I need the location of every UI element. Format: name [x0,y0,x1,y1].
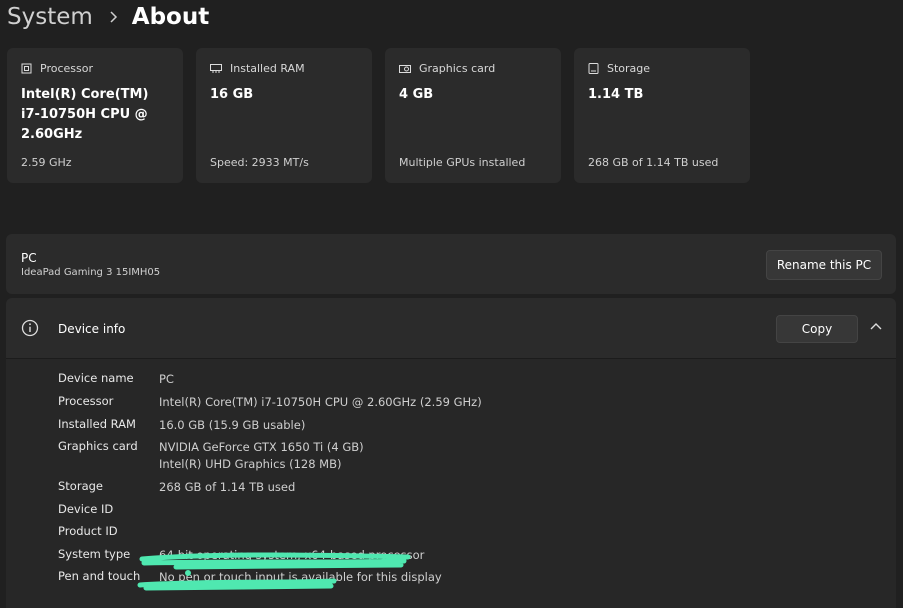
card-subtext: 268 GB of 1.14 TB used [588,156,719,169]
card-label: Graphics card [419,62,496,75]
card-subtext: 2.59 GHz [21,156,72,169]
pc-name-panel: PC IdeaPad Gaming 3 15IMH05 Rename this … [6,234,896,294]
card-subtext: Multiple GPUs installed [399,156,526,169]
breadcrumb: System About [7,0,209,34]
processor-card: Processor Intel(R) Core(TM) i7-10750H CP… [7,48,183,183]
page-title: About [131,4,210,30]
spec-value: 268 GB of 1.14 TB used [159,480,296,494]
storage-icon [588,63,599,74]
storage-card: Storage 1.14 TB 268 GB of 1.14 TB used [574,48,750,183]
card-label: Installed RAM [230,62,305,75]
spec-row-installed-ram: Installed RAM 16.0 GB (15.9 GB usable) [58,417,305,434]
spec-value: NVIDIA GeForce GTX 1650 Ti (4 GB) [159,440,364,454]
breadcrumb-system[interactable]: System [7,4,93,30]
rename-pc-button[interactable]: Rename this PC [766,250,882,280]
pc-name: PC [21,251,37,265]
spec-label: Product ID [58,524,118,538]
spec-row-graphics-card: Graphics card NVIDIA GeForce GTX 1650 Ti… [58,439,364,473]
pc-model: IdeaPad Gaming 3 15IMH05 [21,267,161,278]
chevron-right-icon [109,8,118,27]
spec-label: Device ID [58,502,114,516]
device-info-header[interactable]: Device info Copy [6,298,896,359]
spec-row-device-id: Device ID [58,502,159,516]
spec-value: PC [159,372,174,386]
spec-row-device-name: Device name PC [58,371,174,388]
card-label: Processor [40,62,93,75]
device-info-body: Device name PC Processor Intel(R) Core(T… [6,359,896,608]
chevron-up-icon[interactable] [870,322,882,330]
spec-value: Intel(R) Core(TM) i7-10750H CPU @ 2.60GH… [159,395,482,409]
graphics-card-icon [399,64,411,73]
info-icon [21,319,39,337]
spec-label: Device name [58,371,134,385]
card-value: 16 GB [210,87,254,102]
spec-label: Installed RAM [58,417,136,431]
spec-row-storage: Storage 268 GB of 1.14 TB used [58,479,295,496]
processor-icon [21,63,32,74]
graphics-card-card: Graphics card 4 GB Multiple GPUs install… [385,48,561,183]
device-info-title: Device info [58,322,126,336]
redaction-scribble [137,552,411,591]
spec-label: Processor [58,394,114,408]
spec-row-processor: Processor Intel(R) Core(TM) i7-10750H CP… [58,394,482,411]
card-subtext: Speed: 2933 MT/s [210,156,309,169]
spec-value: Intel(R) UHD Graphics (128 MB) [159,457,342,471]
card-value: Intel(R) Core(TM) i7-10750H CPU @ 2.60GH… [21,87,149,142]
card-value: 4 GB [399,87,434,102]
spec-label: Graphics card [58,439,138,453]
device-info-panel: Device info Copy Device name PC Processo… [6,298,896,608]
spec-value-group: NVIDIA GeForce GTX 1650 Ti (4 GB) Intel(… [159,439,364,473]
card-value: 1.14 TB [588,87,644,102]
spec-row-product-id: Product ID [58,524,159,538]
spec-label: Storage [58,479,103,493]
ram-icon [210,64,222,73]
copy-button[interactable]: Copy [776,315,858,343]
ram-card: Installed RAM 16 GB Speed: 2933 MT/s [196,48,372,183]
spec-value: 16.0 GB (15.9 GB usable) [159,418,306,432]
card-label: Storage [607,62,651,75]
